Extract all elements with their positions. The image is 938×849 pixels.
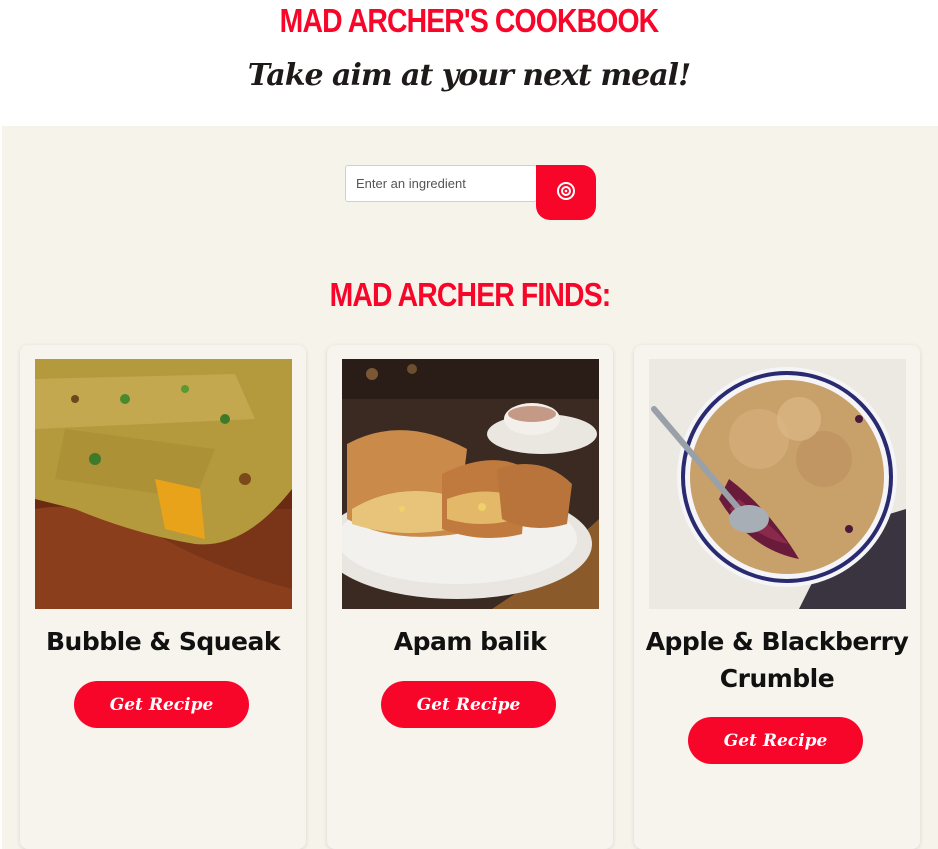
- recipe-card: Apple & Blackberry Crumble Get Recipe: [634, 345, 920, 849]
- get-recipe-button[interactable]: Get Recipe: [74, 681, 249, 728]
- target-icon: [557, 182, 575, 200]
- results-heading: MAD ARCHER FINDS:: [329, 276, 612, 313]
- apam-balik-photo: [342, 359, 599, 609]
- site-tagline: Take aim at your next meal!: [247, 58, 691, 93]
- search-button[interactable]: [536, 165, 596, 220]
- recipe-title: Apam balik: [393, 627, 547, 656]
- get-recipe-button[interactable]: Get Recipe: [688, 717, 863, 764]
- recipe-title: Apple & Blackberry Crumble: [645, 627, 909, 693]
- bubble-and-squeak-photo: [35, 359, 292, 609]
- site-header: MAD ARCHER'S COOKBOOK Take aim at your n…: [0, 0, 938, 126]
- recipe-card: Apam balik Get Recipe: [327, 345, 613, 849]
- recipe-title: Bubble & Squeak: [45, 627, 281, 656]
- apple-blackberry-crumble-photo: [649, 359, 906, 609]
- site-title: MAD ARCHER'S COOKBOOK: [279, 2, 660, 39]
- recipe-card: Bubble & Squeak Get Recipe: [20, 345, 306, 849]
- ingredient-search-input[interactable]: [345, 165, 537, 202]
- main-content: MAD ARCHER FINDS: Bubble & Squeak Get Re…: [2, 126, 938, 849]
- get-recipe-button[interactable]: Get Recipe: [381, 681, 556, 728]
